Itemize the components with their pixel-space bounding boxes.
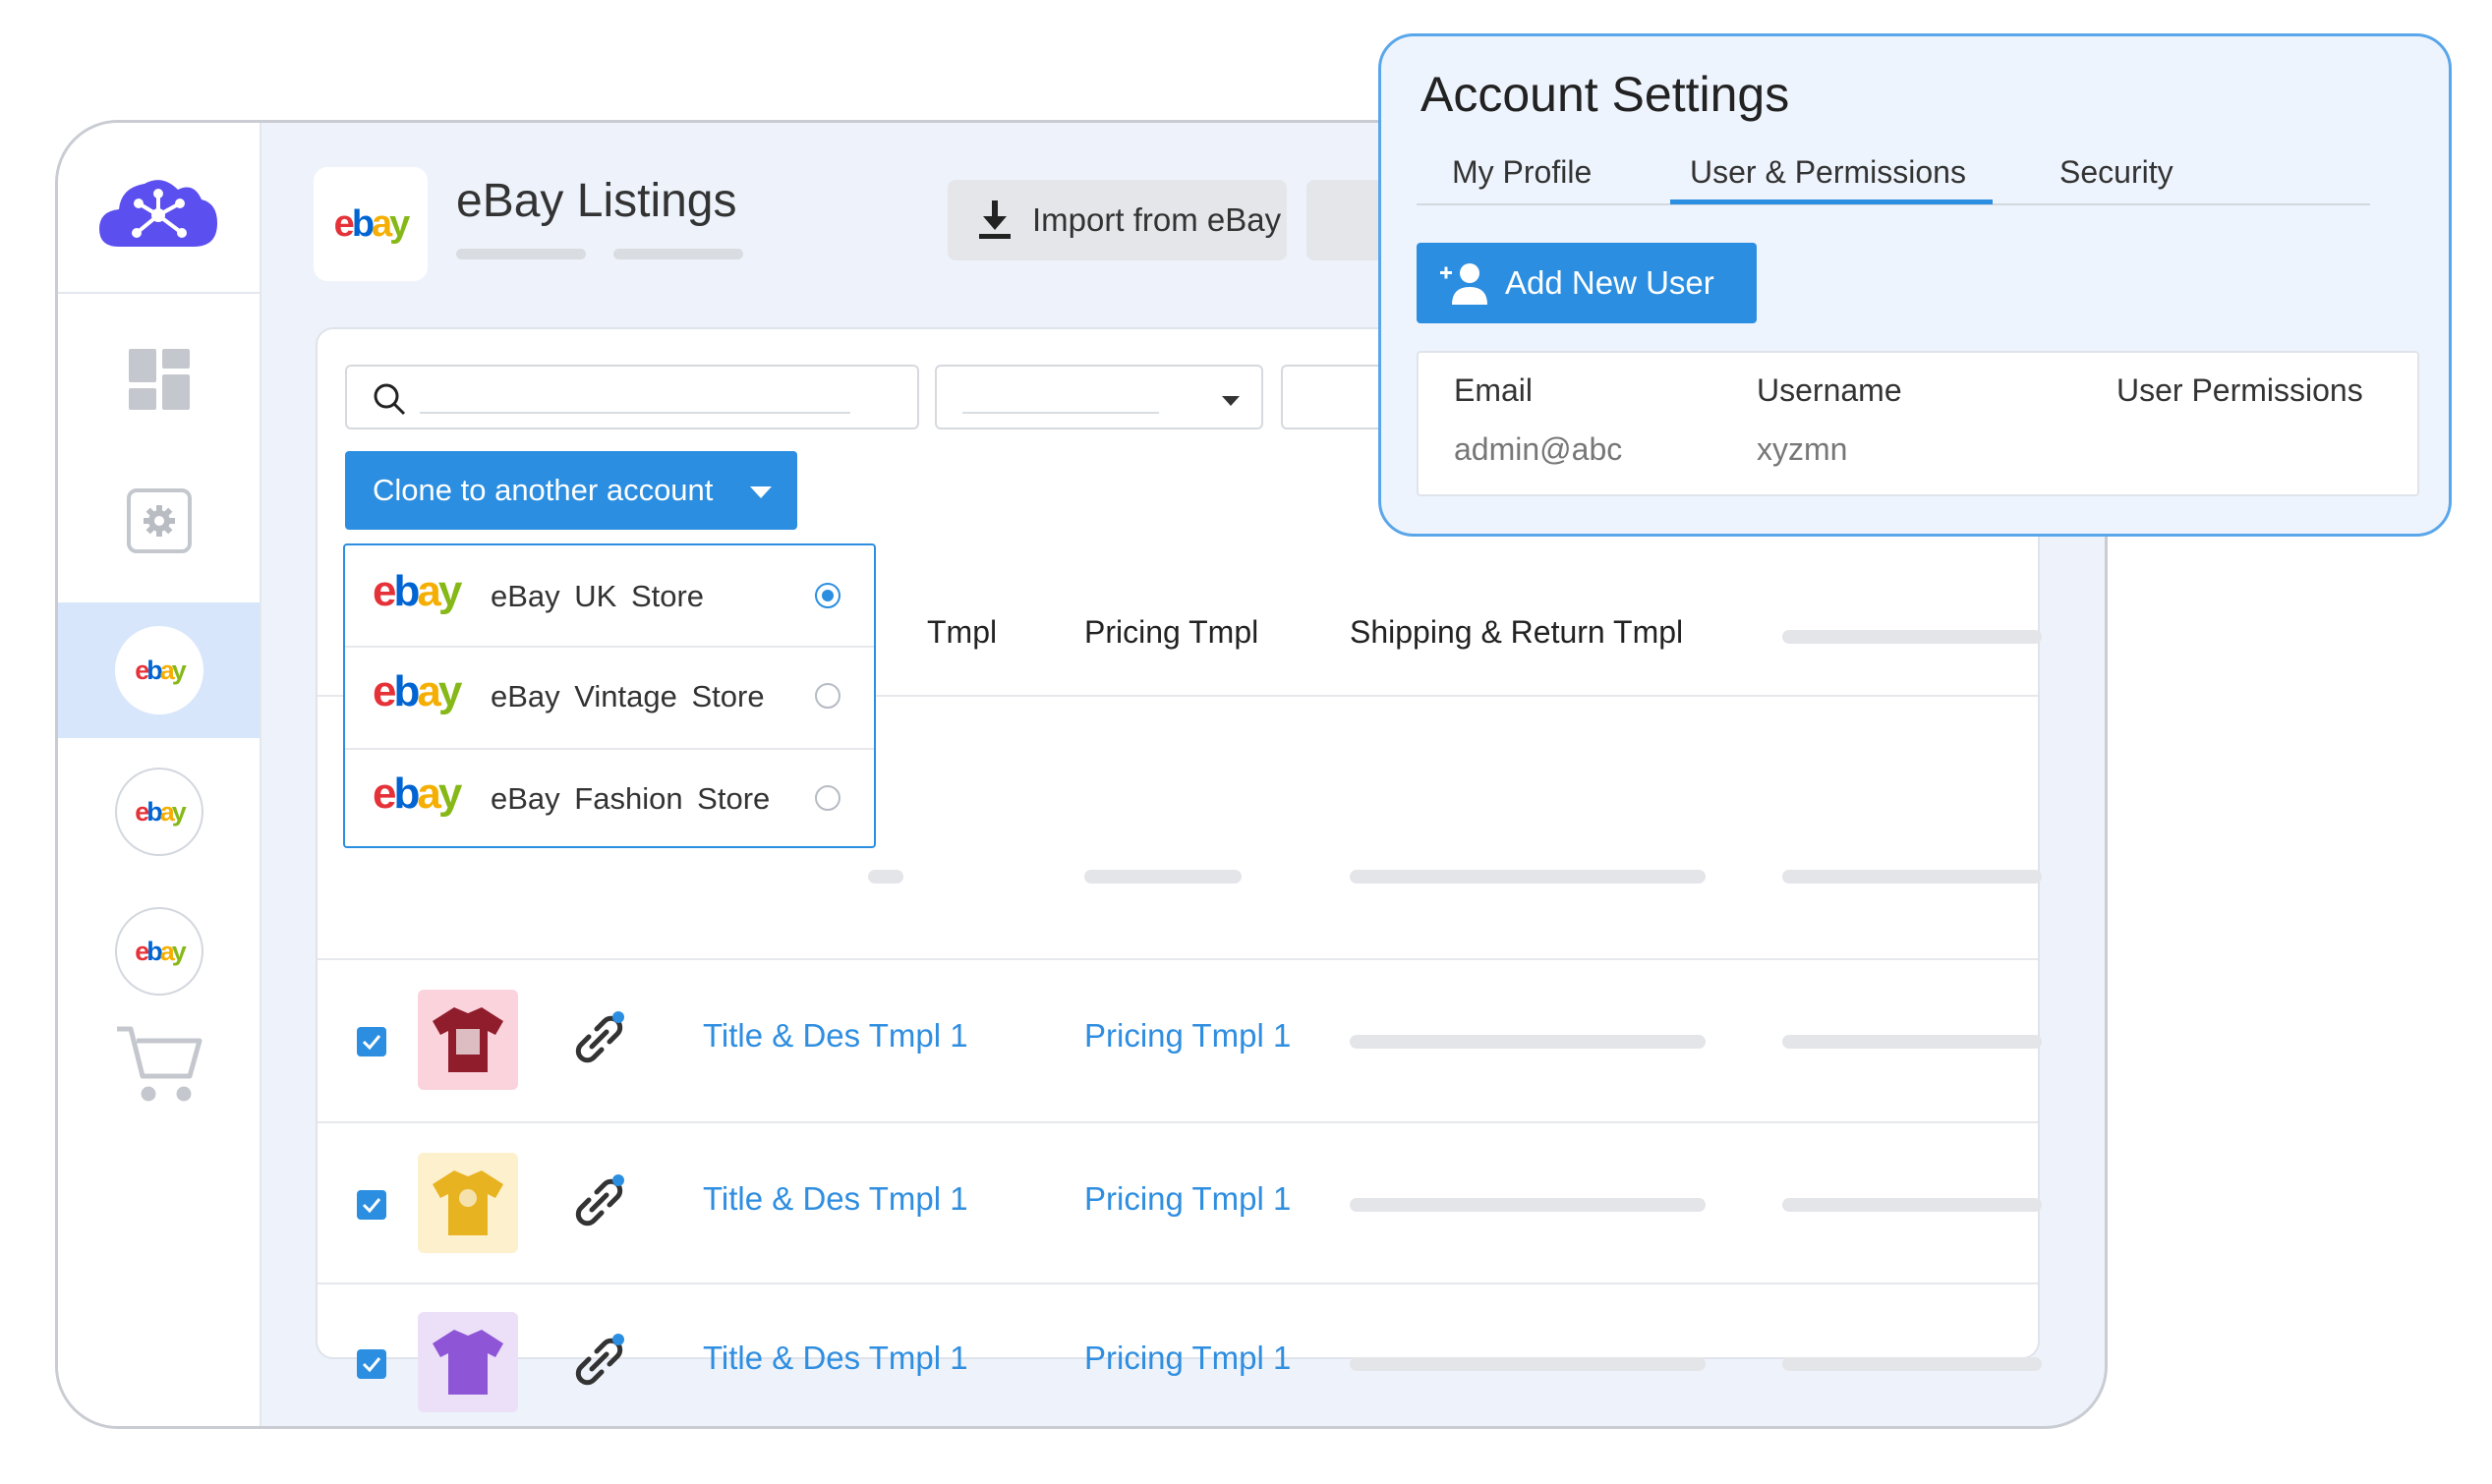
- ebay-logo: ebay: [314, 167, 428, 281]
- title-tmpl-link[interactable]: Title & Des Tmpl 1: [703, 1180, 968, 1218]
- account-settings-panel: Account Settings My Profile User & Permi…: [1378, 33, 2452, 537]
- tshirt-icon: [433, 1007, 503, 1072]
- tab-my-profile[interactable]: My Profile: [1452, 154, 1592, 191]
- dropdown-option-label: eBay UK Store: [491, 579, 705, 613]
- active-tab-indicator: [1670, 200, 1993, 204]
- add-user-icon: [1440, 263, 1487, 305]
- chevron-down-icon: [750, 486, 772, 498]
- ebay-logo-text: ebay: [333, 202, 411, 245]
- row-divider: [318, 958, 2038, 960]
- tab-user-permissions[interactable]: User & Permissions: [1690, 154, 1966, 191]
- placeholder-bar: [1084, 870, 1242, 884]
- placeholder-bar: [1782, 1198, 2042, 1212]
- column-header-pricing-tmpl: Pricing Tmpl: [1084, 614, 1259, 650]
- radio-unselected[interactable]: [815, 785, 840, 811]
- cart-icon[interactable]: [115, 1025, 203, 1104]
- account-settings-title: Account Settings: [1420, 67, 1790, 122]
- placeholder-bar: [1350, 1035, 1706, 1049]
- add-new-user-button[interactable]: Add New User: [1417, 243, 1757, 323]
- placeholder-bar: [1782, 630, 2042, 644]
- dropdown-option-label: eBay Vintage Store: [491, 679, 765, 713]
- column-header-email: Email: [1454, 372, 1534, 408]
- check-icon: [362, 1357, 381, 1372]
- pricing-tmpl-link[interactable]: Pricing Tmpl 1: [1084, 1017, 1291, 1055]
- placeholder-bar: [1782, 1357, 2042, 1371]
- pricing-tmpl-link[interactable]: Pricing Tmpl 1: [1084, 1180, 1291, 1218]
- link-icon[interactable]: [569, 1332, 630, 1393]
- row-checkbox[interactable]: [357, 1190, 386, 1220]
- placeholder-bar: [1782, 1035, 2042, 1049]
- title-tmpl-link[interactable]: Title & Des Tmpl 1: [703, 1340, 968, 1377]
- import-from-ebay-button[interactable]: Import from eBay: [948, 180, 1287, 260]
- ebay-logo-icon: ebay: [135, 936, 187, 966]
- clone-to-account-button[interactable]: Clone to another account: [345, 451, 797, 530]
- column-header-title-tmpl: Tmpl: [927, 614, 998, 650]
- radio-selected[interactable]: [815, 583, 840, 608]
- column-header-username: Username: [1757, 372, 1902, 408]
- dropdown-option-ebay-uk[interactable]: ebay eBay UK Store: [345, 545, 874, 646]
- dropdown-option-ebay-vintage[interactable]: ebay eBay Vintage Store: [345, 646, 874, 746]
- title-tmpl-link[interactable]: Title & Des Tmpl 1: [703, 1017, 968, 1055]
- placeholder-line: [456, 249, 586, 259]
- placeholder-bar: [1782, 870, 2042, 884]
- ebay-logo-icon: ebay: [373, 770, 462, 818]
- row-checkbox[interactable]: [357, 1027, 386, 1056]
- column-header-permissions: User Permissions: [2116, 372, 2363, 408]
- import-button-label: Import from eBay: [1032, 201, 1282, 238]
- page-title: eBay Listings: [456, 175, 737, 227]
- clone-button-label: Clone to another account: [373, 473, 714, 507]
- download-icon: [979, 200, 1011, 239]
- product-thumbnail[interactable]: [418, 1153, 518, 1253]
- check-icon: [362, 1035, 381, 1050]
- settings-icon[interactable]: [127, 488, 192, 553]
- ebay-logo-icon: ebay: [135, 655, 187, 685]
- placeholder-bar: [1350, 1198, 1706, 1212]
- ebay-logo-icon: ebay: [135, 796, 187, 827]
- placeholder-bar: [868, 870, 903, 884]
- sidebar-divider: [58, 292, 260, 294]
- search-icon: [374, 383, 406, 416]
- link-icon[interactable]: [569, 1009, 630, 1070]
- add-user-label: Add New User: [1505, 264, 1714, 301]
- users-table: Email Username User Permissions admin@ab…: [1417, 351, 2419, 496]
- dropdown-option-ebay-fashion[interactable]: ebay eBay Fashion Store: [345, 748, 874, 848]
- radio-unselected[interactable]: [815, 683, 840, 709]
- placeholder-bar: [1350, 870, 1706, 884]
- placeholder-line: [613, 249, 743, 259]
- row-divider: [318, 1283, 2038, 1284]
- dropdown-option-label: eBay Fashion Store: [491, 781, 771, 816]
- ebay-logo-icon: ebay: [373, 567, 462, 615]
- user-username: xyzmn: [1757, 431, 1848, 467]
- row-divider: [318, 1121, 2038, 1123]
- product-thumbnail[interactable]: [418, 1312, 518, 1412]
- placeholder-bar: [1350, 1357, 1706, 1371]
- cloud-network-icon[interactable]: [97, 174, 219, 253]
- sidebar-item-ebay-store-3[interactable]: ebay: [115, 907, 203, 996]
- sidebar-item-ebay-store-2[interactable]: ebay: [115, 768, 203, 856]
- product-thumbnail[interactable]: [418, 990, 518, 1090]
- check-icon: [362, 1198, 381, 1213]
- tab-security[interactable]: Security: [2059, 154, 2173, 191]
- row-checkbox[interactable]: [357, 1349, 386, 1379]
- tshirt-icon: [433, 1330, 503, 1395]
- column-header-shipping-tmpl: Shipping & Return Tmpl: [1350, 614, 1684, 650]
- filter-select[interactable]: [935, 365, 1263, 429]
- sidebar-item-ebay-store-1[interactable]: ebay: [115, 626, 203, 714]
- ebay-logo-icon: ebay: [373, 667, 462, 715]
- sidebar: ebay ebay ebay: [58, 123, 261, 1426]
- tshirt-icon: [433, 1170, 503, 1235]
- chevron-down-icon: [1222, 396, 1240, 406]
- search-input[interactable]: [345, 365, 919, 429]
- dashboard-icon[interactable]: [129, 349, 190, 410]
- pricing-tmpl-link[interactable]: Pricing Tmpl 1: [1084, 1340, 1291, 1377]
- clone-account-dropdown: ebay eBay UK Store ebay eBay Vintage Sto…: [343, 543, 876, 848]
- user-email: admin@abc: [1454, 431, 1623, 467]
- link-icon[interactable]: [569, 1172, 630, 1233]
